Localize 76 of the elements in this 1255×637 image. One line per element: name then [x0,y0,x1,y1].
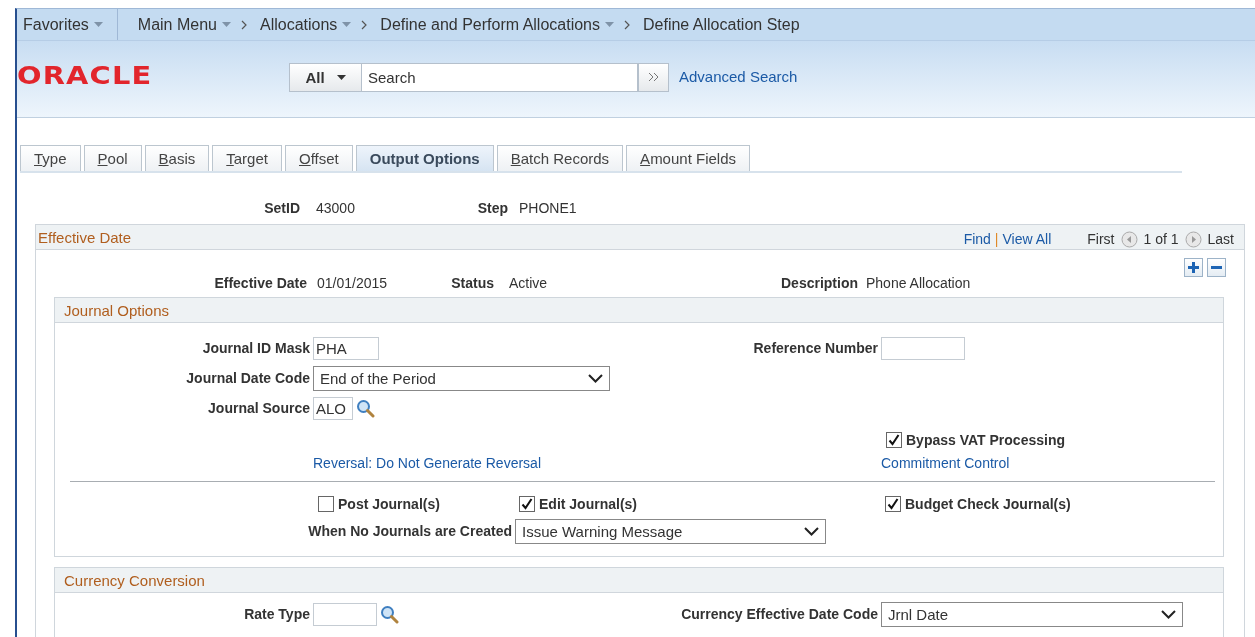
field-label: Rate Type [244,606,310,622]
checkbox-label: Bypass VAT Processing [906,432,1065,448]
tab[interactable]: Offset [285,145,353,171]
commitment-control-link[interactable]: Commitment Control [881,455,1010,471]
tab[interactable]: Amount Fields [626,145,750,171]
tab[interactable]: Pool [83,145,142,171]
caret-icon [93,22,103,27]
tab[interactable]: Output Options [355,145,494,171]
advanced-search-link[interactable]: Advanced Search [679,67,798,85]
search-scope-dropdown[interactable]: All [289,62,361,92]
field-value: Active [508,275,549,291]
input-field[interactable] [313,602,377,626]
next-button[interactable] [1184,230,1202,248]
tab[interactable]: Basis [144,145,210,171]
group-title: Currency Conversion [64,571,205,589]
field-value: 43000 [315,200,356,216]
field-label: When No Journals are Created [308,523,512,539]
plus-icon [1188,262,1199,273]
favorites-menu[interactable]: Favorites [19,15,107,34]
checkbox-label: Edit Journal(s) [539,496,637,512]
tab[interactable]: Batch Records [496,145,624,171]
dropdown-field[interactable]: End of the Period [313,365,610,391]
find-link[interactable]: Find [963,231,991,247]
search-icon[interactable] [380,604,399,624]
previous-button[interactable] [1120,230,1138,248]
delete-row-button[interactable] [1207,258,1226,277]
pager-last: Last [1207,231,1234,247]
tab[interactable]: Target [212,145,282,171]
logo: ORACLE [17,62,153,92]
field-label: Journal ID Mask [202,340,310,356]
field-label: Currency Effective Date Code [681,606,878,622]
input-field[interactable]: PHA [313,336,379,360]
field-label: Effective Date [213,275,307,291]
field-label: Journal Date Code [186,370,310,386]
input-field[interactable]: ALO [313,396,353,420]
field-label: Description [780,275,858,291]
field-label: Reference Number [753,340,878,356]
dropdown-caret-icon [1161,609,1176,619]
tab[interactable]: Type [20,145,81,171]
chevron-icon [240,19,248,30]
checkbox[interactable] [519,496,535,512]
dropdown-field[interactable]: Issue Warning Message [515,518,826,544]
field-value: PHONE1 [518,200,577,216]
breadcrumb-link[interactable]: Allocations [255,15,356,34]
field-label: Journal Source [208,400,310,416]
chevron-icon [361,19,369,30]
chevron-icon [624,19,631,30]
caret-icon [336,74,346,80]
dropdown-caret-icon [588,373,603,383]
checkbox-label: Post Journal(s) [338,496,440,512]
double-chevron-icon [647,72,660,82]
checkbox[interactable] [318,496,334,512]
field-label: Status [450,275,494,291]
checkbox-label: Budget Check Journal(s) [905,496,1071,512]
field-label: SetID [263,200,300,216]
field-value: Phone Allocation [865,275,972,291]
panel-title: Effective Date [38,228,132,246]
breadcrumb-link[interactable]: Main Menu [133,15,235,34]
group-title: Journal Options [64,301,170,319]
dropdown-caret-icon [804,526,819,536]
checkbox[interactable] [885,496,901,512]
field-label: Step [476,200,508,216]
add-row-button[interactable] [1184,258,1203,277]
link-separator: | [994,231,999,247]
reversal-link[interactable]: Reversal: Do Not Generate Reversal [313,455,541,471]
field-value: 01/01/2015 [316,275,389,291]
view-all-link[interactable]: View All [1002,231,1052,247]
breadcrumb-link[interactable]: Define Allocation Step [639,15,804,34]
pager-position: 1 of 1 [1143,231,1179,247]
pager-first: First [1087,231,1115,247]
search-icon[interactable] [356,398,375,418]
search-field[interactable]: Search [361,62,638,92]
input-field[interactable] [881,336,965,360]
dropdown-field[interactable]: Jrnl Date [881,601,1183,627]
breadcrumb-link[interactable]: Define and Perform Allocations [376,15,618,34]
checkbox[interactable] [886,432,902,448]
